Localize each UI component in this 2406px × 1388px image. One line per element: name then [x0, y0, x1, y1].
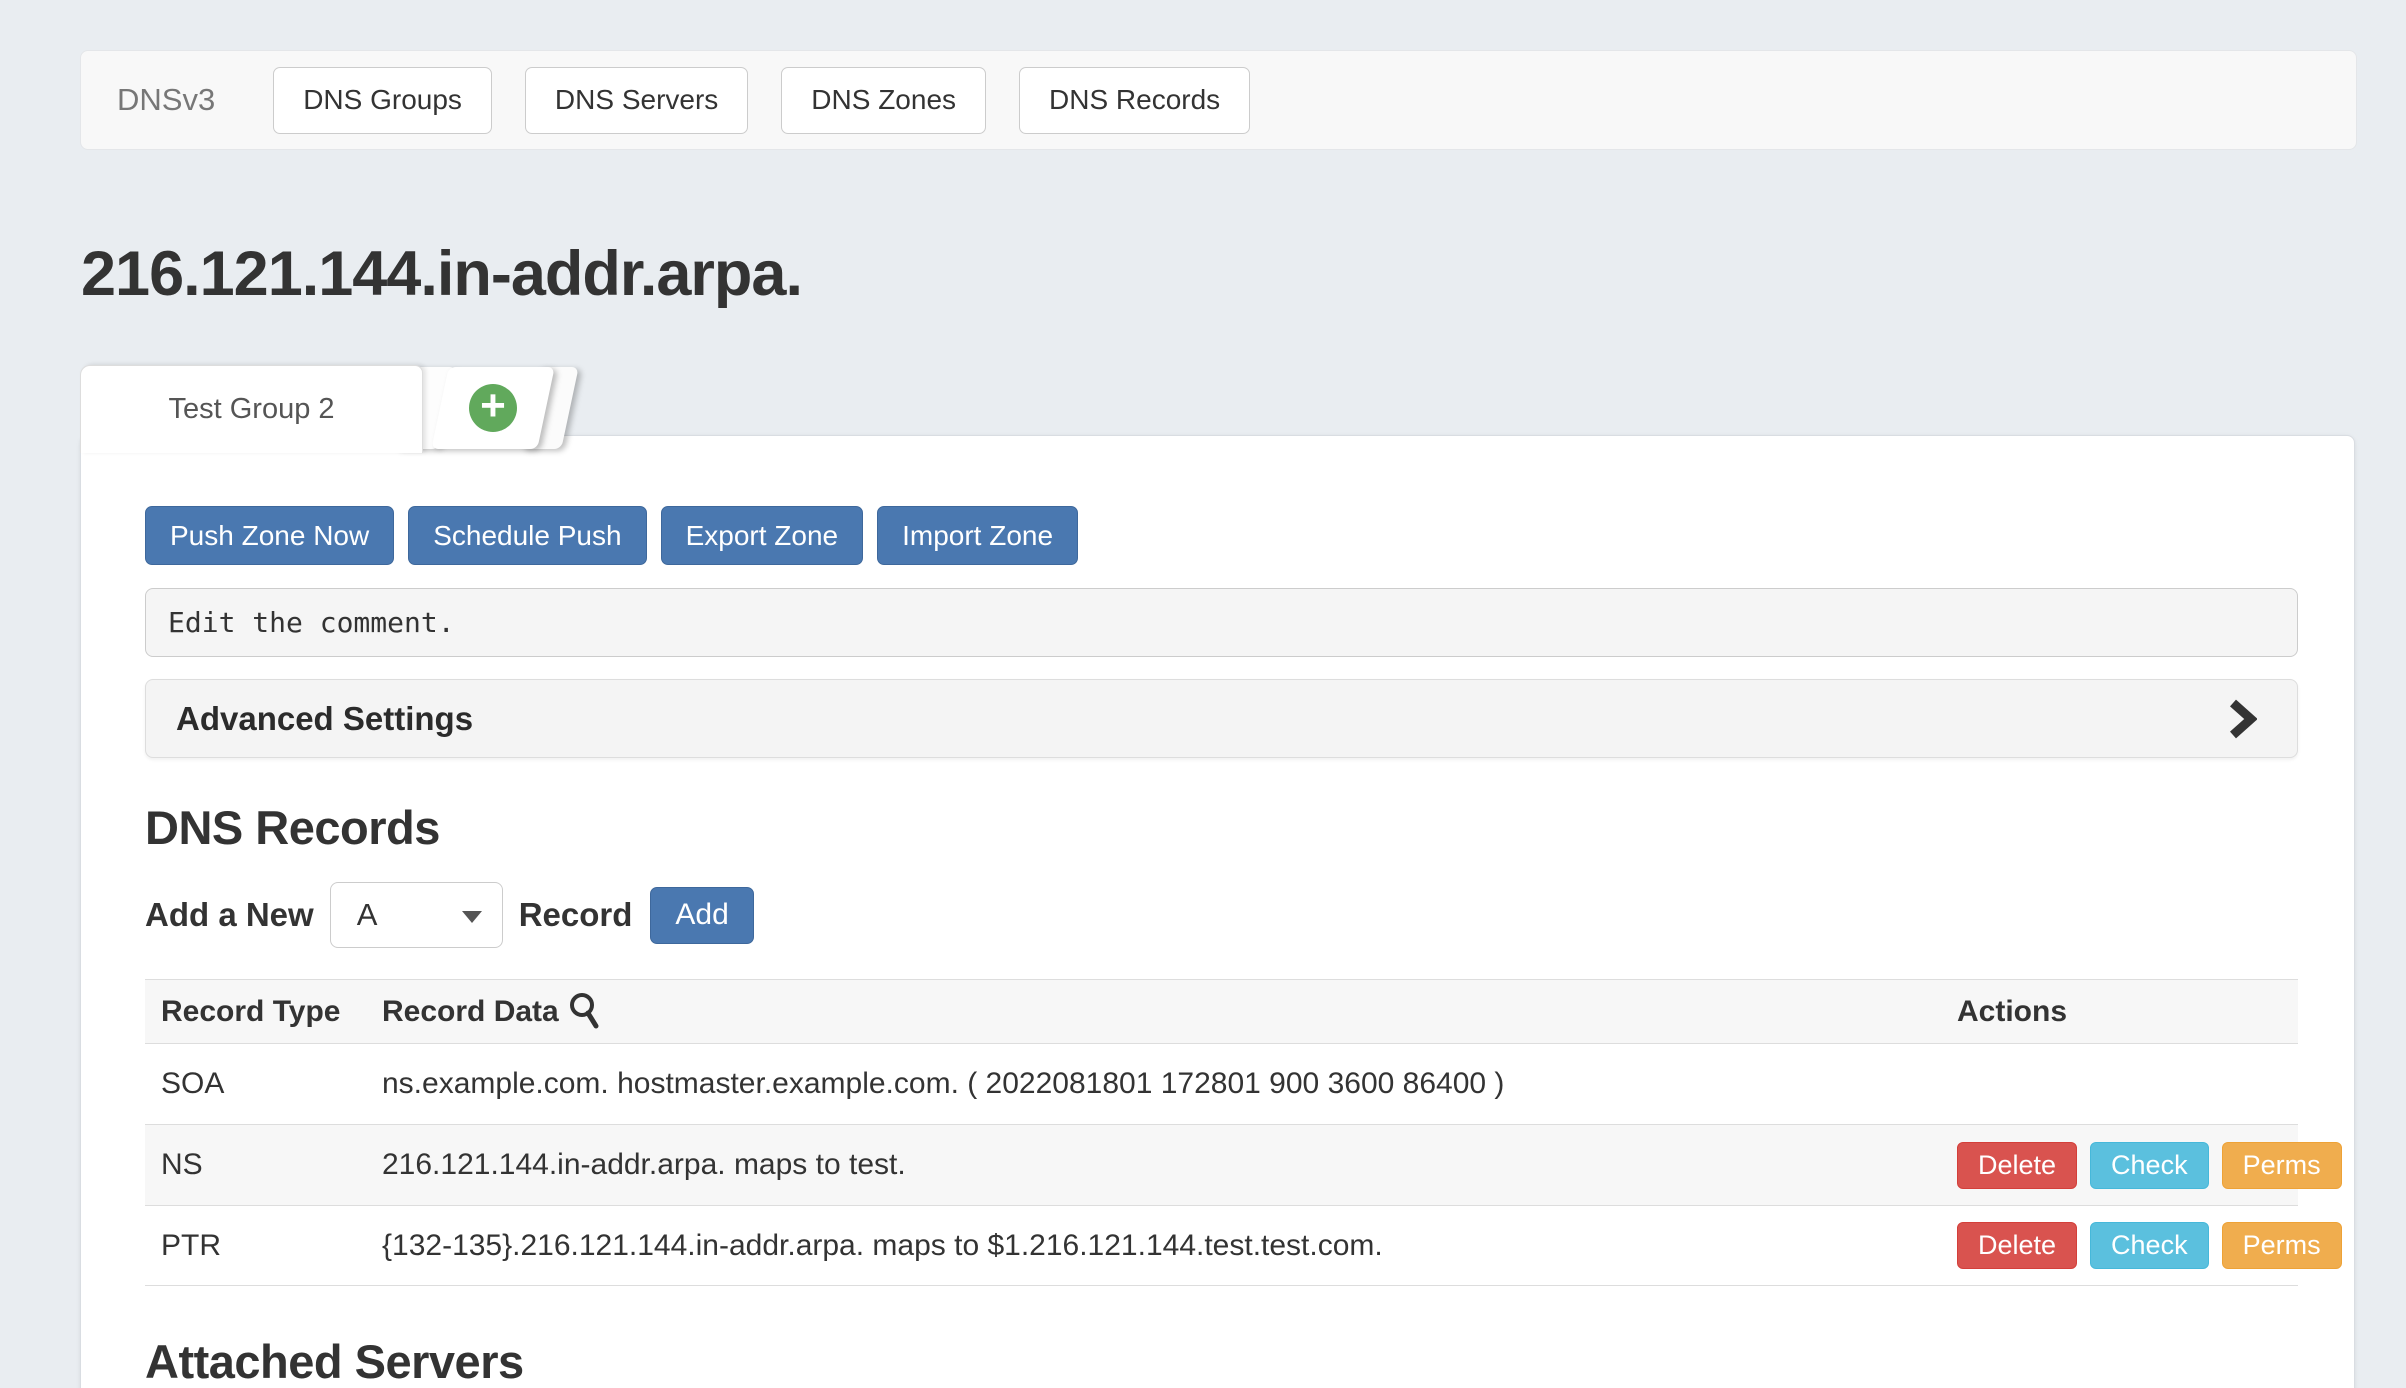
record-type-cell: NS [145, 1148, 366, 1182]
tab-test-group-2[interactable]: Test Group 2 [80, 365, 423, 453]
record-actions-cell: Delete Check Perms [1941, 1142, 2298, 1189]
zone-comment-field[interactable]: Edit the comment. [145, 588, 2298, 657]
table-row-soa: SOA ns.example.com. hostmaster.example.c… [145, 1043, 2298, 1124]
record-data-cell: ns.example.com. hostmaster.example.com. … [366, 1067, 1941, 1101]
add-group-tab[interactable]: + [431, 367, 554, 449]
records-table-header: Record Type Record Data Actions [145, 979, 2298, 1043]
group-tab-bar: + Test Group 2 [80, 365, 680, 455]
dns-records-heading: DNS Records [145, 802, 2354, 854]
record-type-selected-value: A [357, 897, 378, 933]
advanced-settings-toggle[interactable]: Advanced Settings [145, 679, 2298, 758]
delete-record-button[interactable]: Delete [1957, 1142, 2077, 1189]
plus-icon[interactable]: + [469, 384, 517, 432]
record-data-cell: 216.121.144.in-addr.arpa. maps to test. [366, 1148, 1941, 1182]
tab-label: Test Group 2 [168, 393, 334, 426]
add-record-row: Add a New A Record Add [145, 882, 2354, 948]
nav-dns-servers-button[interactable]: DNS Servers [525, 67, 748, 134]
page-title: 216.121.144.in-addr.arpa. [81, 238, 802, 310]
nav-dns-groups-button[interactable]: DNS Groups [273, 67, 492, 134]
zone-panel: Push Zone Now Schedule Push Export Zone … [80, 435, 2355, 1388]
record-data-cell: {132-135}.216.121.144.in-addr.arpa. maps… [366, 1229, 1941, 1263]
perms-record-button[interactable]: Perms [2222, 1142, 2342, 1189]
chevron-right-icon [2227, 698, 2257, 740]
add-record-prefix-label: Add a New [145, 896, 314, 934]
add-record-suffix-label: Record [519, 896, 633, 934]
top-navbar: DNSv3 DNS Groups DNS Servers DNS Zones D… [80, 50, 2357, 150]
zone-comment-text: Edit the comment. [168, 606, 455, 639]
table-row-ns: NS 216.121.144.in-addr.arpa. maps to tes… [145, 1124, 2298, 1205]
chevron-down-icon [462, 911, 482, 923]
export-zone-button[interactable]: Export Zone [661, 506, 864, 565]
schedule-push-button[interactable]: Schedule Push [408, 506, 646, 565]
add-record-button[interactable]: Add [650, 887, 753, 944]
zone-actions-toolbar: Push Zone Now Schedule Push Export Zone … [145, 506, 2354, 565]
attached-servers-heading: Attached Servers [145, 1338, 2354, 1386]
header-record-data: Record Data [382, 995, 559, 1029]
nav-dns-zones-button[interactable]: DNS Zones [781, 67, 986, 134]
dns-records-table: Record Type Record Data Actions SOA ns.e… [145, 979, 2298, 1286]
record-type-select[interactable]: A [330, 882, 503, 948]
push-zone-now-button[interactable]: Push Zone Now [145, 506, 394, 565]
perms-record-button[interactable]: Perms [2222, 1222, 2342, 1269]
check-record-button[interactable]: Check [2090, 1142, 2209, 1189]
check-record-button[interactable]: Check [2090, 1222, 2209, 1269]
search-icon[interactable] [567, 992, 603, 1032]
record-actions-cell: Delete Check Perms [1941, 1222, 2298, 1269]
record-type-cell: SOA [145, 1067, 366, 1101]
nav-dns-records-button[interactable]: DNS Records [1019, 67, 1250, 134]
header-actions: Actions [1941, 995, 2298, 1029]
record-type-cell: PTR [145, 1229, 366, 1263]
delete-record-button[interactable]: Delete [1957, 1222, 2077, 1269]
header-record-type: Record Type [145, 995, 366, 1029]
table-row-ptr: PTR {132-135}.216.121.144.in-addr.arpa. … [145, 1205, 2298, 1286]
advanced-settings-label: Advanced Settings [176, 700, 473, 738]
import-zone-button[interactable]: Import Zone [877, 506, 1078, 565]
app-brand: DNSv3 [117, 82, 215, 118]
